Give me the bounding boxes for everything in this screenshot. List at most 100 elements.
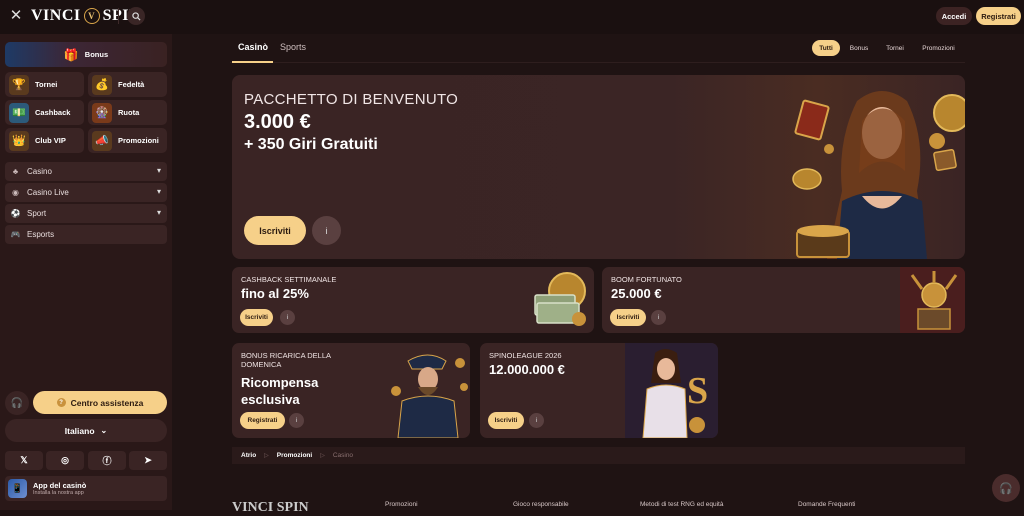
tabs-divider [230,62,965,63]
soccer-ball-icon: ⚽ [10,209,21,218]
logo-left-text: VINCI [31,7,81,24]
megaphone-icon: 📣 [92,130,112,151]
breadcrumb-item-promozioni[interactable]: Promozioni [277,452,312,459]
sidebar-item-sport[interactable]: ⚽ Sport ▾ [5,204,167,223]
top-bar: ✕ VINCI V SPIN Accedi Registrati [0,0,1024,34]
info-icon[interactable]: i [529,413,544,428]
app-subtitle: Installa la nostra app [33,490,84,496]
logo[interactable]: VINCI V SPIN [31,7,141,25]
filter-tornei[interactable]: Tornei [880,40,910,56]
cashback-money-illustration [534,272,586,326]
sidebar-tile-label: Ruota [118,108,140,117]
info-icon[interactable]: i [280,310,295,325]
promo-card-title: Ricompensa esclusiva [241,375,319,407]
sidebar-tile-club-vip[interactable]: 👑 Club VIP [5,128,84,153]
login-button[interactable]: Accedi [936,7,972,25]
breadcrumb: Atrio ▷ Promozioni ▷ Casino [232,447,965,464]
svg-text:S: S [687,370,708,412]
x-icon: 𝕏 [20,455,28,465]
breadcrumb-item-atrio[interactable]: Atrio [241,452,256,459]
promo-card-subtitle: BOOM FORTUNATO [611,275,682,284]
jester-illustration [900,267,965,333]
instagram-social-button[interactable]: ◎ [46,451,84,470]
promo-card-title: 25.000 € [611,286,662,301]
footer-link-gioco-responsabile[interactable]: Gioco responsabile [513,501,569,508]
promo-card-title: fino al 25% [241,286,309,301]
sidebar-item-label: Sport [27,209,47,218]
info-icon[interactable]: i [289,413,304,428]
hero-extra: + 350 Giri Gratuiti [244,136,378,153]
headset-icon[interactable]: 🎧 [5,391,29,415]
language-selector[interactable]: Italiano ⌄ [5,419,167,442]
footer-link-faq[interactable]: Domande Frequenti [798,501,855,508]
promo-card-signup-button[interactable]: Iscriviti [240,309,273,326]
app-title: App del casinò [33,481,87,490]
promo-card-subtitle: CASHBACK SETTIMANALE [241,275,337,284]
sidebar-item-label: Casino Live [27,188,69,197]
sidebar-tile-label: Fedeltà [118,80,145,89]
sidebar-item-casino[interactable]: ♣ Casino ▾ [5,162,167,181]
info-icon[interactable]: i [651,310,666,325]
sidebar-tile-cashback[interactable]: 💵 Cashback [5,100,84,125]
sidebar-item-casino-live[interactable]: ◉ Casino Live ▾ [5,183,167,202]
telegram-social-button[interactable]: ➤ [129,451,167,470]
sidebar-item-label: Casino [27,167,52,176]
x-social-button[interactable]: 𝕏 [5,451,43,470]
facebook-icon: ⓕ [102,456,112,466]
sidebar-item-esports[interactable]: 🎮 Esports [5,225,167,244]
broadcast-icon: ◉ [12,188,19,197]
tab-sports[interactable]: Sports [280,42,306,52]
sidebar-bonus-label: Bonus [84,50,109,59]
sidebar-tile-fedelta[interactable]: 💰 Fedeltà [88,72,167,97]
sidebar-tile-promozioni[interactable]: 📣 Promozioni [88,128,167,153]
app-download-banner[interactable]: 📱 App del casinò Installa la nostra app [5,476,167,501]
search-icon [131,11,141,21]
trophy-icon: 🏆 [9,74,29,95]
promo-card-sunday-reload[interactable]: BONUS RICARICA DELLA DOMENICA Ricompensa… [232,343,470,438]
register-button[interactable]: Registrati [976,7,1021,25]
language-label: Italiano [64,425,95,436]
filter-bonus[interactable]: Bonus [844,40,874,56]
sidebar-tile-label: Tornei [35,80,58,89]
footer-logo[interactable]: VINCI SPIN [232,500,309,516]
chevron-down-icon: ⌄ [100,426,108,435]
info-icon[interactable]: i [312,216,341,245]
sidebar-tile-label: Cashback [35,108,71,117]
promo-card-spinoleague[interactable]: SPINOLEAGUE 2026 12.000.000 € Iscriviti … [480,343,718,438]
close-icon[interactable]: ✕ [9,8,23,23]
sidebar-tile-tornei[interactable]: 🏆 Tornei [5,72,84,97]
spinoleague-illustration: S [625,343,718,438]
sidebar-bonus-tile[interactable]: 🎁 Bonus [5,42,167,67]
help-center-label: Centro assistenza [70,397,144,408]
facebook-social-button[interactable]: ⓕ [88,451,126,470]
hero-character-illustration [792,91,965,259]
welcome-bonus-banner[interactable]: PACCHETTO DI BENVENUTO 3.000 € + 350 Gir… [232,75,965,259]
promo-card-signup-button[interactable]: Iscriviti [610,309,646,326]
filter-tutti[interactable]: Tutti [812,40,840,56]
chevron-down-icon: ▾ [156,208,161,217]
instagram-icon: ◎ [61,455,69,465]
floating-support-button[interactable]: 🎧 [992,474,1020,502]
bonus-icon: 🎁 [63,47,79,62]
sidebar: 🎁 Bonus 🏆 Tornei 💰 Fedeltà 💵 Cashback 🎡 … [0,34,172,510]
tab-casino[interactable]: Casinò [238,42,268,52]
filter-promozioni[interactable]: Promozioni [916,40,961,56]
hero-subtitle: PACCHETTO DI BENVENUTO [244,91,459,108]
footer-link-promozioni[interactable]: Promozioni [385,501,418,508]
crown-icon: 👑 [9,130,29,151]
promo-card-cashback[interactable]: CASHBACK SETTIMANALE fino al 25% Iscrivi… [232,267,594,333]
promo-card-subtitle: BONUS RICARICA DELLA DOMENICA [241,351,331,369]
sidebar-tile-ruota[interactable]: 🎡 Ruota [88,100,167,125]
promo-card-title: 12.000.000 € [489,362,565,377]
search-button[interactable] [127,7,145,25]
sidebar-tile-label: Promozioni [118,136,159,145]
mobile-app-icon: 📱 [8,479,27,498]
promo-card-boom-fortunato[interactable]: BOOM FORTUNATO 25.000 € Iscriviti i [602,267,965,333]
promo-card-register-button[interactable]: Registrati [240,412,285,429]
hero-signup-button[interactable]: Iscriviti [244,216,306,245]
promo-card-signup-button[interactable]: Iscriviti [488,412,524,429]
help-center-button[interactable]: ? Centro assistenza [33,391,167,414]
sidebar-tile-label: Club VIP [35,136,66,145]
footer-link-rng[interactable]: Metodi di test RNG ed equità [640,501,723,508]
sidebar-item-label: Esports [27,230,55,239]
